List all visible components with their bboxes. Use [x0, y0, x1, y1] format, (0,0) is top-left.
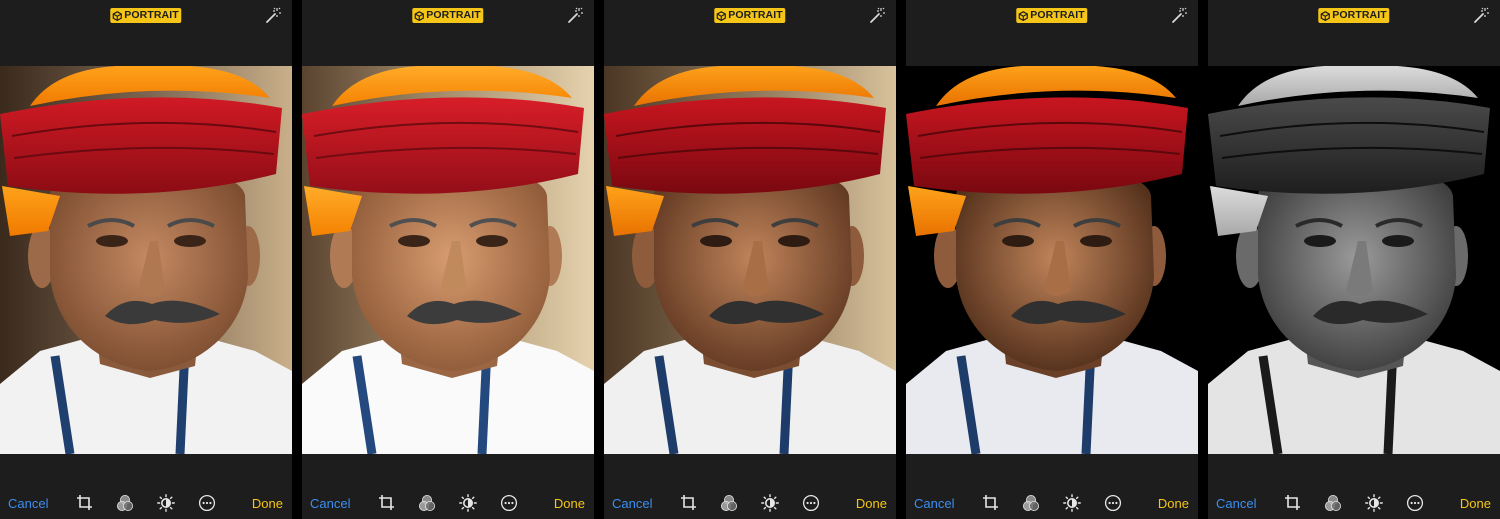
top-bar: PORTRAIT — [0, 0, 292, 66]
cancel-button[interactable]: Cancel — [1216, 496, 1256, 511]
portrait-image — [1208, 66, 1500, 454]
bottom-toolbar: Cancel Done — [0, 454, 292, 519]
portrait-photo — [302, 66, 594, 454]
cube-icon — [716, 10, 726, 21]
portrait-photo — [906, 66, 1198, 454]
photo-edit-screen-3: PORTRAIT Cancel Done — [604, 0, 896, 519]
portrait-mode-badge[interactable]: PORTRAIT — [1016, 8, 1088, 23]
magic-wand-icon[interactable] — [566, 6, 584, 24]
portrait-mode-badge[interactable]: PORTRAIT — [110, 8, 182, 23]
portrait-photo — [604, 66, 896, 454]
portrait-badge-label: PORTRAIT — [728, 9, 783, 21]
magic-wand-icon[interactable] — [1472, 6, 1490, 24]
photo-edit-screen-2: PORTRAIT Cancel Done — [302, 0, 594, 519]
bottom-toolbar: Cancel Done — [302, 454, 594, 519]
cancel-button[interactable]: Cancel — [612, 496, 652, 511]
crop-rotate-icon[interactable] — [982, 494, 1000, 512]
filters-icon[interactable] — [720, 494, 738, 512]
portrait-mode-badge[interactable]: PORTRAIT — [714, 8, 786, 23]
top-bar: PORTRAIT — [906, 0, 1198, 66]
more-icon[interactable] — [1104, 494, 1122, 512]
done-button[interactable]: Done — [554, 496, 585, 511]
portrait-image — [302, 66, 594, 454]
portrait-badge-label: PORTRAIT — [124, 9, 179, 21]
bottom-toolbar: Cancel Done — [906, 454, 1198, 519]
photo-edit-screen-5: PORTRAIT Cancel Done — [1208, 0, 1500, 519]
crop-rotate-icon[interactable] — [1284, 494, 1302, 512]
photo-edit-screen-1: PORTRAIT Cancel Done — [0, 0, 292, 519]
more-icon[interactable] — [802, 494, 820, 512]
top-bar: PORTRAIT — [1208, 0, 1500, 66]
cancel-button[interactable]: Cancel — [914, 496, 954, 511]
portrait-image — [604, 66, 896, 454]
screenshot-strip: PORTRAIT Cancel Done PORTRAIT Cancel Don… — [0, 0, 1500, 519]
crop-rotate-icon[interactable] — [378, 494, 396, 512]
top-bar: PORTRAIT — [302, 0, 594, 66]
done-button[interactable]: Done — [856, 496, 887, 511]
top-bar: PORTRAIT — [604, 0, 896, 66]
magic-wand-icon[interactable] — [264, 6, 282, 24]
cube-icon — [1018, 10, 1028, 21]
adjust-icon[interactable] — [761, 494, 779, 512]
portrait-photo — [1208, 66, 1500, 454]
bottom-toolbar: Cancel Done — [604, 454, 896, 519]
portrait-badge-label: PORTRAIT — [1332, 9, 1387, 21]
more-icon[interactable] — [1406, 494, 1424, 512]
portrait-mode-badge[interactable]: PORTRAIT — [412, 8, 484, 23]
crop-rotate-icon[interactable] — [680, 494, 698, 512]
filters-icon[interactable] — [116, 494, 134, 512]
magic-wand-icon[interactable] — [1170, 6, 1188, 24]
adjust-icon[interactable] — [157, 494, 175, 512]
cube-icon — [1320, 10, 1330, 21]
photo-edit-screen-4: PORTRAIT Cancel Done — [906, 0, 1198, 519]
portrait-photo — [0, 66, 292, 454]
more-icon[interactable] — [500, 494, 518, 512]
portrait-image — [0, 66, 292, 454]
filters-icon[interactable] — [418, 494, 436, 512]
cube-icon — [414, 10, 424, 21]
more-icon[interactable] — [198, 494, 216, 512]
cancel-button[interactable]: Cancel — [310, 496, 350, 511]
crop-rotate-icon[interactable] — [76, 494, 94, 512]
portrait-badge-label: PORTRAIT — [1030, 9, 1085, 21]
adjust-icon[interactable] — [1063, 494, 1081, 512]
done-button[interactable]: Done — [252, 496, 283, 511]
done-button[interactable]: Done — [1460, 496, 1491, 511]
filters-icon[interactable] — [1022, 494, 1040, 512]
magic-wand-icon[interactable] — [868, 6, 886, 24]
adjust-icon[interactable] — [459, 494, 477, 512]
cancel-button[interactable]: Cancel — [8, 496, 48, 511]
adjust-icon[interactable] — [1365, 494, 1383, 512]
cube-icon — [112, 10, 122, 21]
portrait-badge-label: PORTRAIT — [426, 9, 481, 21]
bottom-toolbar: Cancel Done — [1208, 454, 1500, 519]
done-button[interactable]: Done — [1158, 496, 1189, 511]
portrait-mode-badge[interactable]: PORTRAIT — [1318, 8, 1390, 23]
filters-icon[interactable] — [1324, 494, 1342, 512]
portrait-image — [906, 66, 1198, 454]
